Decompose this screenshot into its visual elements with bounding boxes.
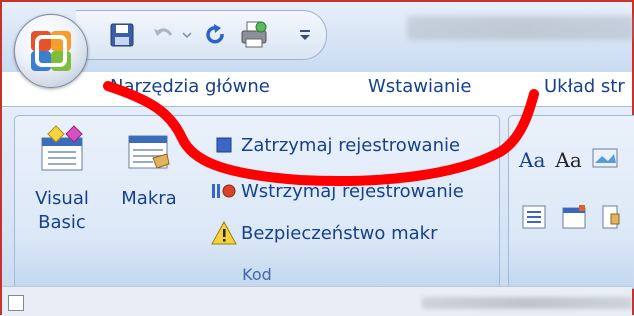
pause-recording-label: Wstrzymaj rejestrowanie (241, 180, 464, 202)
ribbon-panel: Visual Basic Makra Zatrzymaj rejestrowan… (2, 106, 634, 289)
theme-font-row: Aa Aa (519, 148, 618, 172)
customize-qat-icon[interactable] (298, 19, 312, 51)
stop-recording-label: Zatrzymaj rejestrowanie (241, 134, 461, 156)
margins-icon[interactable] (521, 204, 547, 234)
formula-bar-blurred (422, 297, 632, 309)
tab-uklad-strony[interactable]: Układ str (544, 76, 625, 97)
redo-icon[interactable] (200, 19, 230, 51)
select-all-corner[interactable] (8, 295, 24, 311)
makra-button[interactable]: Makra (113, 124, 185, 211)
quick-access-toolbar (76, 10, 327, 60)
macro-security-button[interactable]: Bezpieczeństwo makr (211, 220, 437, 246)
makra-label: Makra (121, 188, 177, 209)
orientation-icon[interactable] (561, 204, 587, 234)
theme-font-aa-1[interactable]: Aa (519, 148, 545, 172)
window-title-blurred (407, 16, 634, 40)
stop-recording-button[interactable]: Zatrzymaj rejestrowanie (211, 132, 460, 158)
visual-basic-label-line2: Basic (38, 212, 86, 233)
tab-wstawianie[interactable]: Wstawianie (368, 76, 472, 97)
theme-picture-icon[interactable] (592, 148, 618, 172)
visual-basic-icon (41, 125, 83, 171)
save-icon[interactable] (106, 19, 138, 51)
visual-basic-button[interactable]: Visual Basic (23, 124, 101, 235)
pause-recording-button[interactable]: Wstrzymaj rejestrowanie (211, 178, 464, 204)
macros-icon (128, 135, 170, 169)
office-logo-icon (31, 31, 71, 71)
size-icon[interactable] (601, 204, 621, 234)
ribbon-tabs: Narzędzia główne Wstawianie Układ str (110, 72, 630, 106)
macro-security-label: Bezpieczeństwo makr (241, 222, 438, 244)
office-button[interactable] (14, 14, 88, 88)
warning-icon (211, 220, 237, 246)
worksheet-area-top (2, 286, 632, 316)
layout-icon-row (521, 204, 621, 234)
theme-font-aa-2[interactable]: Aa (555, 148, 581, 172)
tab-narzedzia-glowne[interactable]: Narzędzia główne (110, 76, 270, 97)
group-kod: Visual Basic Makra Zatrzymaj rejestrowan… (14, 115, 500, 289)
stop-recording-icon (211, 132, 237, 158)
print-preview-icon[interactable] (238, 19, 272, 51)
undo-dropdown-icon[interactable] (180, 19, 194, 51)
group-label-kod: Kod (242, 265, 272, 284)
group-partial-right: Aa Aa (508, 115, 634, 289)
undo-icon[interactable] (148, 19, 178, 51)
visual-basic-label-line1: Visual (35, 188, 89, 209)
pause-recording-icon (211, 178, 237, 204)
